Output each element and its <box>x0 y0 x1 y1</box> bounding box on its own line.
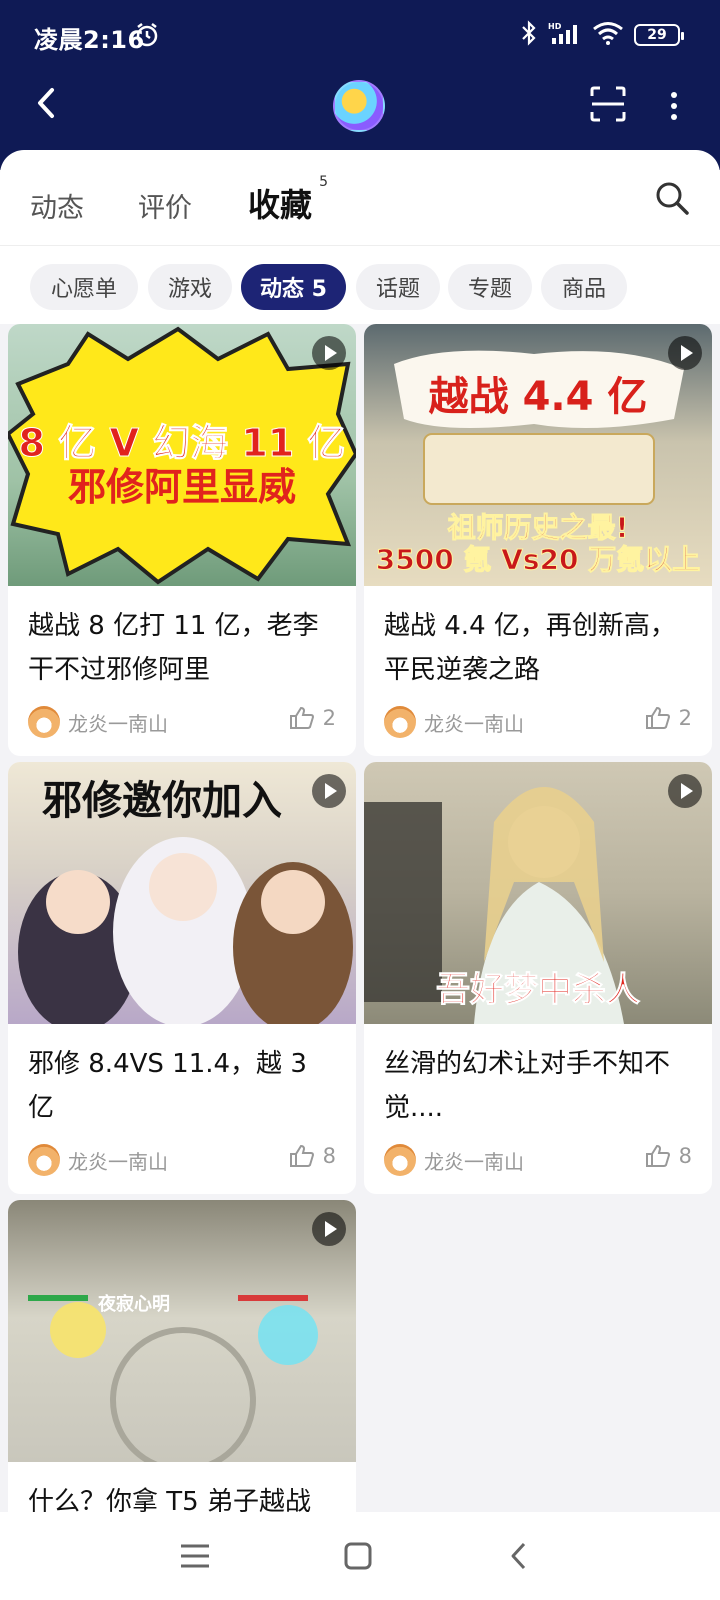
post-title: 什么？你拿 T5 弟子越战 <box>28 1487 311 1512</box>
video-play-icon <box>312 774 346 808</box>
alarm-icon <box>134 22 160 52</box>
post-thumbnail: 8 亿 V 幻海 11 亿 邪修阿里显威 <box>8 324 356 586</box>
thumbs-up-icon <box>289 1144 314 1167</box>
post-meta: 龙炎一南山 8 <box>364 1134 712 1194</box>
thumbs-up-icon <box>645 706 670 729</box>
post-card[interactable]: 邪修邀你加入 邪修 8.4VS 11.4，越 3 亿 龙炎一南山 8 <box>8 762 356 1194</box>
status-time: 凌晨2:16 <box>34 26 145 54</box>
video-play-icon <box>312 336 346 370</box>
chip-specials[interactable]: 专题 <box>448 264 532 310</box>
chip-dynamics[interactable]: 动态 5 <box>241 264 346 310</box>
thumb-caption: 邪修阿里显威 <box>67 465 296 509</box>
tab-favorites-label: 收藏 <box>248 186 313 224</box>
tab-dynamics[interactable]: 动态 <box>30 186 84 225</box>
thumb-caption: 邪修邀你加入 <box>42 778 282 824</box>
tab-active-indicator <box>248 224 313 230</box>
post-title: 越战 4.4 亿，再创新高，平民逆袭之路 <box>384 611 676 685</box>
tab-bar: 动态 评价 收藏 5 <box>0 150 720 246</box>
post-thumbnail: 吾好梦中杀人 <box>364 762 712 1024</box>
post-card[interactable]: 吾好梦中杀人 丝滑的幻术让对手不知不觉.... 龙炎一南山 8 <box>364 762 712 1194</box>
tab-reviews[interactable]: 评价 <box>138 186 192 225</box>
signal-icon: HD <box>548 20 582 50</box>
like-count: 2 <box>678 706 692 730</box>
author-avatar <box>28 1144 60 1176</box>
video-play-icon <box>668 336 702 370</box>
battle-scene-illustration <box>28 1295 318 1462</box>
bluetooth-icon <box>520 20 538 50</box>
author-avatar <box>28 706 60 738</box>
user-avatar[interactable] <box>333 80 385 132</box>
svg-text:HD: HD <box>548 22 562 31</box>
like-count: 8 <box>322 1144 336 1168</box>
post-thumbnail: 邪修邀你加入 <box>8 762 356 1024</box>
author-avatar <box>384 1144 416 1176</box>
back-nav-icon[interactable] <box>500 1536 540 1576</box>
wifi-icon <box>592 20 624 50</box>
like-count: 8 <box>678 1144 692 1168</box>
status-bar: 凌晨2:16 HD 29 <box>0 0 720 72</box>
video-play-icon <box>668 774 702 808</box>
thumbs-up-icon <box>645 1144 670 1167</box>
post-meta: 龙炎一南山 8 <box>8 1134 356 1194</box>
more-options-icon[interactable] <box>668 88 680 124</box>
like-count: 2 <box>322 706 336 730</box>
author-name: 龙炎一南山 <box>68 712 168 736</box>
thumb-caption: 吾好梦中杀人 <box>436 970 641 1011</box>
like-button[interactable]: 8 <box>645 1144 692 1168</box>
author-name: 龙炎一南山 <box>424 712 524 736</box>
battery-level: 29 <box>647 27 667 43</box>
thumb-caption: 夜寂心明 <box>98 1294 170 1315</box>
post-meta: 龙炎一南山 2 <box>364 696 712 756</box>
chip-wishlist[interactable]: 心愿单 <box>30 264 138 310</box>
menu-icon[interactable] <box>175 1536 215 1576</box>
chip-topics[interactable]: 话题 <box>356 264 440 310</box>
post-title: 丝滑的幻术让对手不知不觉.... <box>384 1049 671 1123</box>
search-icon[interactable] <box>654 180 690 216</box>
battery-indicator: 29 <box>634 24 684 46</box>
post-card[interactable]: 越战 4.4 亿 祖师历史之最! 3500 氪 Vs20 万氪以上 越战 4.4… <box>364 324 712 756</box>
post-title: 邪修 8.4VS 11.4，越 3 亿 <box>28 1049 307 1123</box>
chip-products[interactable]: 商品 <box>541 264 627 310</box>
tab-favorites-count: 5 <box>319 174 329 190</box>
nav-row <box>0 72 720 150</box>
like-button[interactable]: 2 <box>289 706 336 730</box>
author-name: 龙炎一南山 <box>68 1150 168 1174</box>
author-avatar <box>384 706 416 738</box>
post-title: 越战 8 亿打 11 亿，老李干不过邪修阿里 <box>28 611 319 685</box>
like-button[interactable]: 8 <box>289 1144 336 1168</box>
thumb-caption: 越战 4.4 亿 <box>428 374 648 420</box>
video-play-icon <box>312 1212 346 1246</box>
tab-favorites[interactable]: 收藏 5 <box>248 174 328 230</box>
app-header: 凌晨2:16 HD 29 <box>0 0 720 170</box>
back-button[interactable] <box>30 84 70 124</box>
chip-games[interactable]: 游戏 <box>148 264 232 310</box>
home-icon[interactable] <box>338 1536 378 1576</box>
post-card[interactable]: 夜寂心明 什么？你拿 T5 弟子越战 <box>8 1200 356 1512</box>
post-thumbnail: 夜寂心明 <box>8 1200 356 1462</box>
post-grid: 8 亿 V 幻海 11 亿 邪修阿里显威 越战 8 亿打 11 亿，老李干不过邪… <box>0 324 720 1512</box>
author-name: 龙炎一南山 <box>424 1150 524 1174</box>
system-nav-bar <box>0 1512 720 1600</box>
scan-icon[interactable] <box>590 86 626 122</box>
post-meta: 龙炎一南山 2 <box>8 696 356 756</box>
like-button[interactable]: 2 <box>645 706 692 730</box>
thumbs-up-icon <box>289 706 314 729</box>
thumb-caption: 3500 氪 Vs20 万氪以上 <box>375 543 701 577</box>
post-card[interactable]: 8 亿 V 幻海 11 亿 邪修阿里显威 越战 8 亿打 11 亿，老李干不过邪… <box>8 324 356 756</box>
filter-chips: 心愿单 游戏 动态 5 话题 专题 商品 <box>0 246 720 324</box>
post-thumbnail: 越战 4.4 亿 祖师历史之最! 3500 氪 Vs20 万氪以上 <box>364 324 712 586</box>
